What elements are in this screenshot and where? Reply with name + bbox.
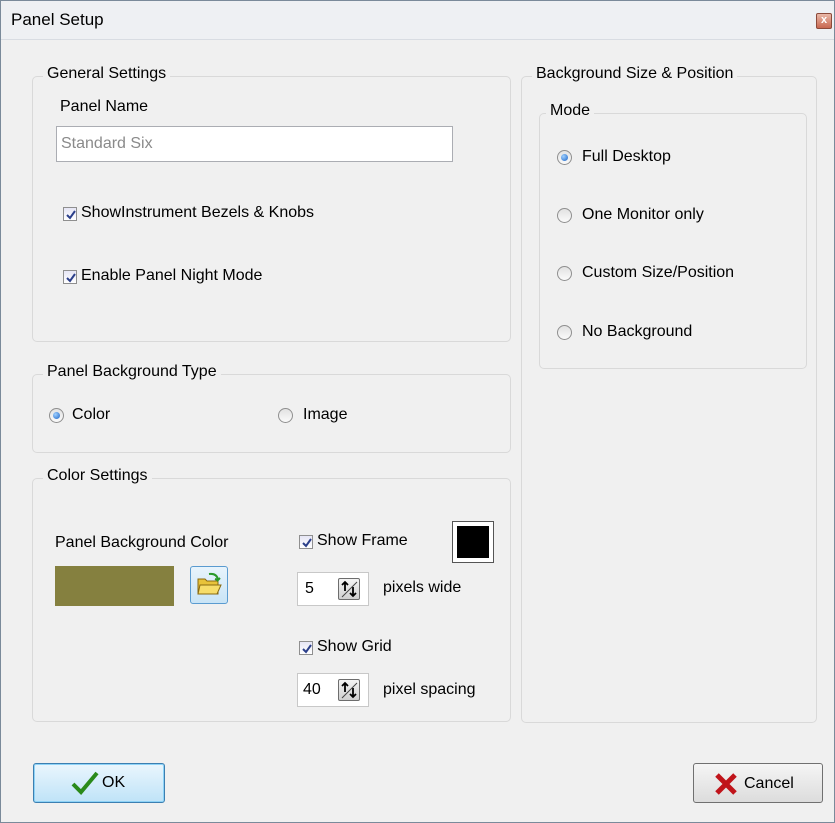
panel-setup-dialog: Panel Setup x General Settings Panel Nam… (0, 0, 835, 823)
color-settings-title: Color Settings (43, 467, 152, 485)
checkmark-icon (302, 644, 312, 654)
checkmark-icon (66, 210, 76, 220)
window-title: Panel Setup (11, 10, 104, 29)
cancel-button-label: Cancel (744, 775, 794, 792)
spin-arrows-icon[interactable] (338, 578, 360, 600)
bg-size-position-title: Background Size & Position (532, 65, 738, 83)
general-settings-title: General Settings (43, 65, 171, 83)
bg-color-label: Panel Background Color (55, 534, 229, 551)
radio-full-desktop-label[interactable]: Full Desktop (582, 148, 671, 166)
grid-spacing-stepper[interactable]: 40 (297, 673, 369, 707)
frame-color-swatch (457, 526, 489, 558)
checkmark-icon (71, 771, 99, 795)
grid-spacing-value: 40 (303, 681, 321, 698)
panel-name-label: Panel Name (60, 98, 149, 115)
radio-image-label[interactable]: Image (303, 406, 347, 424)
radio-no-background[interactable] (557, 325, 572, 340)
radio-no-background-label[interactable]: No Background (582, 323, 692, 341)
x-cross-icon (715, 773, 737, 795)
night-mode-checkbox[interactable] (63, 270, 77, 284)
bg-color-swatch[interactable] (55, 566, 174, 606)
show-grid-checkbox[interactable] (299, 641, 313, 655)
panel-name-placeholder: Standard Six (61, 135, 153, 152)
ok-button[interactable]: OK (33, 763, 165, 803)
frame-width-unit: pixels wide (383, 579, 462, 596)
show-grid-label[interactable]: Show Grid (317, 638, 392, 656)
grid-spacing-unit: pixel spacing (383, 681, 476, 698)
radio-full-desktop[interactable] (557, 150, 572, 165)
title-bar: Panel Setup x (1, 1, 834, 40)
radio-one-monitor[interactable] (557, 208, 572, 223)
show-frame-checkbox[interactable] (299, 535, 313, 549)
close-icon[interactable]: x (816, 13, 832, 29)
frame-width-value: 5 (305, 580, 314, 597)
panel-name-input[interactable]: Standard Six (56, 126, 453, 162)
spin-arrows-icon[interactable] (338, 679, 360, 701)
checkmark-icon (302, 538, 312, 548)
frame-width-stepper[interactable]: 5 (297, 572, 369, 606)
radio-custom-size-label[interactable]: Custom Size/Position (582, 264, 734, 282)
radio-image[interactable] (278, 408, 293, 423)
checkmark-icon (66, 273, 76, 283)
radio-color-label[interactable]: Color (72, 406, 110, 424)
night-mode-label[interactable]: Enable Panel Night Mode (81, 267, 262, 285)
ok-button-label: OK (102, 774, 126, 791)
show-bezels-checkbox[interactable] (63, 207, 77, 221)
mode-title: Mode (546, 102, 595, 120)
frame-color-button[interactable] (452, 521, 494, 563)
radio-color[interactable] (49, 408, 64, 423)
show-bezels-label[interactable]: ShowInstrument Bezels & Knobs (81, 204, 314, 222)
radio-one-monitor-label[interactable]: One Monitor only (582, 206, 704, 224)
background-type-title: Panel Background Type (43, 363, 221, 381)
show-frame-label[interactable]: Show Frame (317, 532, 408, 550)
cancel-button[interactable]: Cancel (693, 763, 823, 803)
folder-open-icon (197, 572, 222, 595)
radio-custom-size[interactable] (557, 266, 572, 281)
color-picker-button[interactable] (190, 566, 228, 604)
